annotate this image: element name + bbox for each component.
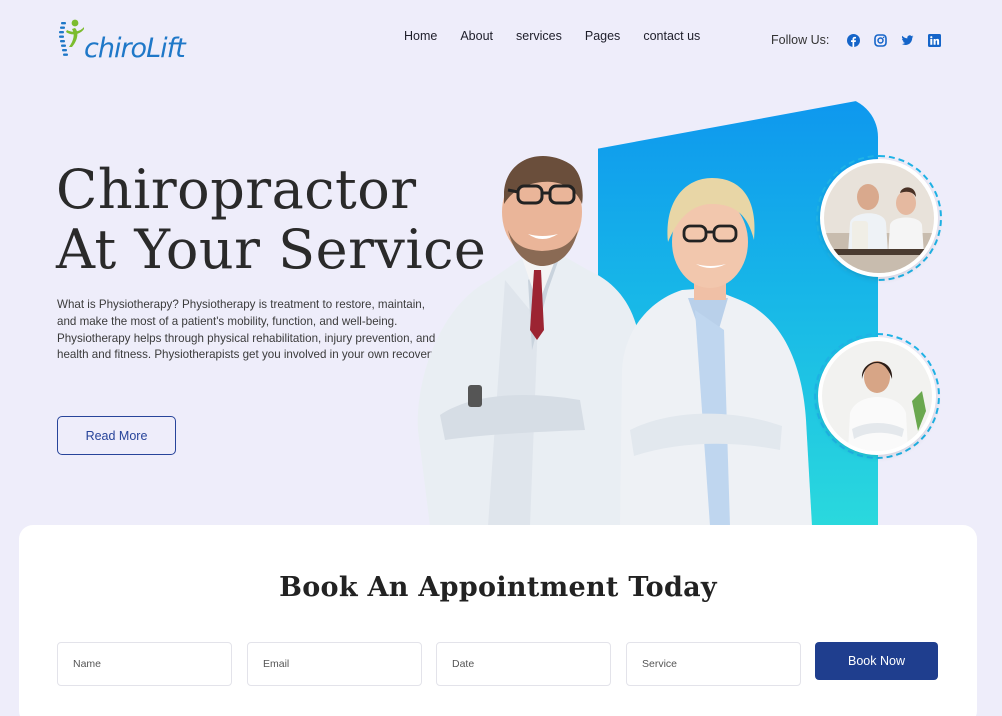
- twitter-icon[interactable]: [901, 34, 914, 47]
- brand-name: chiroLift: [84, 33, 186, 64]
- nav-about[interactable]: About: [460, 29, 493, 43]
- nav-home[interactable]: Home: [404, 29, 437, 43]
- nav-services[interactable]: services: [516, 29, 562, 43]
- appointment-card: Book An Appointment Today Book Now: [19, 525, 977, 716]
- linkedin-icon[interactable]: [928, 33, 942, 47]
- spine-figure-icon: [56, 14, 86, 62]
- brand-logo[interactable]: chiroLift: [56, 14, 186, 64]
- date-field[interactable]: [436, 642, 611, 686]
- email-field[interactable]: [247, 642, 422, 686]
- read-more-button[interactable]: Read More: [57, 416, 176, 455]
- nav-pages[interactable]: Pages: [585, 29, 620, 43]
- service-field[interactable]: [626, 642, 801, 686]
- facebook-icon[interactable]: [847, 33, 861, 47]
- nav-contact[interactable]: contact us: [643, 29, 700, 43]
- consultation-thumbnail: [820, 159, 938, 277]
- doctors-hero-image: [417, 156, 812, 526]
- social-follow: Follow Us:: [771, 33, 955, 47]
- appointment-title: Book An Appointment Today: [279, 572, 717, 603]
- follow-label: Follow Us:: [771, 33, 830, 47]
- hero-description: What is Physiotherapy? Physiotherapy is …: [57, 298, 439, 362]
- doctor-portrait-thumbnail: [818, 337, 936, 455]
- instagram-icon[interactable]: [874, 33, 888, 47]
- main-nav: Home About services Pages contact us: [404, 29, 723, 43]
- book-now-button[interactable]: Book Now: [815, 642, 938, 680]
- name-field[interactable]: [57, 642, 232, 686]
